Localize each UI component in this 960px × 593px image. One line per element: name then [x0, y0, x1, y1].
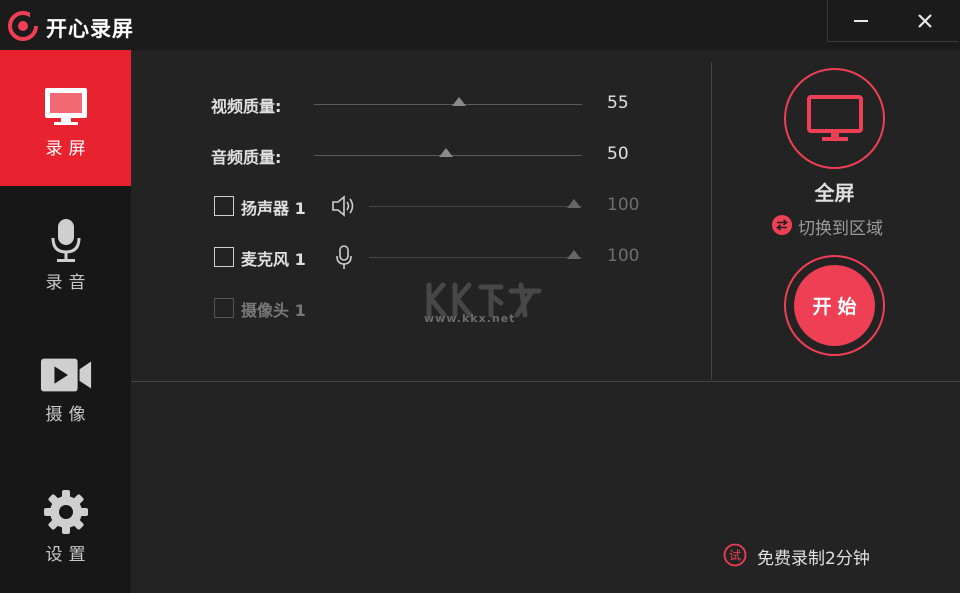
microphone-checkbox[interactable] [214, 247, 234, 267]
app-title: 开心录屏 [46, 17, 134, 41]
close-icon [918, 14, 932, 28]
video-camera-icon [40, 358, 92, 392]
monitor-icon [45, 88, 87, 125]
capture-mode-label: 全屏 [814, 181, 855, 205]
minimize-button[interactable] [828, 0, 893, 42]
speaker-row: 扬声器 1 100 [131, 192, 651, 222]
sidebar-item-label: 摄像 [45, 405, 92, 425]
free-trial-label: 免费录制2分钟 [757, 549, 870, 569]
camera-label: 摄像头 1 [241, 301, 306, 320]
speaker-icon[interactable] [330, 193, 356, 219]
microphone-row: 麦克风 1 100 [131, 243, 651, 273]
video-quality-value: 55 [607, 93, 629, 113]
audio-quality-label: 音频质量: [211, 148, 282, 167]
title-bar: 开心录屏 [0, 0, 960, 50]
speaker-volume-value: 100 [607, 195, 640, 215]
sidebar-item-label: 录屏 [45, 139, 92, 159]
mic-icon[interactable] [331, 244, 357, 270]
trial-badge-text: 试 [729, 548, 741, 563]
app-logo-icon [8, 11, 38, 41]
start-recording-button[interactable]: 开始 [784, 255, 885, 356]
speaker-volume-slider[interactable] [369, 206, 582, 207]
main-panel: 视频质量: 55 音频质量: 50 扬声器 1 100 麦克风 1 100 摄像… [131, 50, 960, 593]
microphone-label: 麦克风 1 [241, 250, 306, 269]
video-quality-slider[interactable] [314, 104, 582, 105]
microphone-icon [51, 219, 81, 262]
horizontal-divider [131, 381, 960, 382]
sidebar: 录屏 录音 摄像 设置 [0, 50, 131, 593]
switch-to-region-label: 切换到区域 [798, 219, 883, 239]
sidebar-item-record-screen[interactable]: 录屏 [0, 50, 131, 186]
microphone-volume-value: 100 [607, 246, 640, 266]
microphone-volume-slider[interactable] [369, 257, 582, 258]
audio-quality-value: 50 [607, 144, 629, 164]
sidebar-item-settings[interactable]: 设置 [0, 458, 131, 593]
speaker-checkbox[interactable] [214, 196, 234, 216]
video-quality-slider-handle[interactable] [452, 97, 466, 106]
sidebar-item-label: 录音 [45, 273, 92, 293]
sidebar-item-camera[interactable]: 摄像 [0, 322, 131, 458]
sidebar-item-label: 设置 [45, 545, 92, 565]
start-button-label: 开始 [812, 296, 863, 318]
start-button-fill[interactable]: 开始 [794, 265, 875, 346]
sidebar-item-record-audio[interactable]: 录音 [0, 186, 131, 322]
speaker-label: 扬声器 1 [241, 199, 306, 218]
video-quality-label: 视频质量: [211, 97, 282, 116]
gear-icon [44, 490, 88, 534]
minimize-icon [854, 20, 868, 22]
speaker-volume-slider-handle[interactable] [567, 199, 581, 208]
fullscreen-mode-button[interactable] [784, 68, 885, 169]
monitor-icon [807, 95, 863, 141]
microphone-volume-slider-handle[interactable] [567, 250, 581, 259]
window-controls [827, 0, 958, 42]
audio-quality-row: 音频质量: 50 [131, 141, 651, 171]
camera-row: 摄像头 1 [131, 294, 391, 324]
audio-quality-slider-handle[interactable] [439, 148, 453, 157]
video-quality-row: 视频质量: 55 [131, 90, 651, 120]
vertical-divider [711, 62, 712, 380]
watermark-text: www.kkx.net [424, 312, 516, 325]
trial-badge-icon: 试 [723, 543, 747, 567]
swap-icon [772, 215, 792, 235]
camera-checkbox[interactable] [214, 298, 234, 318]
close-button[interactable] [893, 0, 958, 42]
